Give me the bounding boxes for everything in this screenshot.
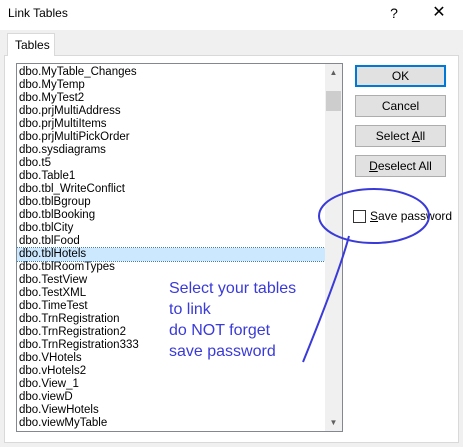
annotation-line: save password [169, 343, 276, 360]
deselect-all-label: eselect All [377, 159, 432, 173]
table-list-item[interactable]: dbo.MyTable_Changes [17, 66, 327, 79]
deselect-all-button[interactable]: Deselect All [355, 155, 446, 177]
table-list-item[interactable]: dbo.View_1 [17, 378, 327, 391]
table-list-item[interactable]: dbo.prjMultiItems [17, 118, 327, 131]
table-list-item[interactable]: dbo.tblRoomTypes [17, 261, 327, 274]
select-all-label-start: Select [375, 129, 412, 143]
select-all-hotkey: A [411, 129, 420, 143]
tables-listbox[interactable]: dbo.MyTable_Changes dbo.MyTemp dbo.MyTest2… [16, 63, 343, 432]
cancel-button[interactable]: Cancel [355, 95, 446, 117]
annotation-line: Select your tables [169, 280, 297, 297]
table-list-item[interactable]: dbo.Table1 [17, 170, 327, 183]
annotation-line: to link [169, 301, 211, 318]
table-list-item[interactable]: dbo.ViewHotels [17, 404, 327, 417]
table-list-item[interactable]: dbo.tblFood [17, 235, 327, 248]
table-list-item[interactable]: dbo.viewMyTable [17, 417, 327, 430]
title-bar: Link Tables ? ✕ [0, 0, 463, 30]
annotation-line: do NOT forget [169, 322, 271, 339]
table-list-item[interactable]: dbo.tblCity [17, 222, 327, 235]
table-list-item[interactable]: dbo.MyTemp [17, 79, 327, 92]
table-list-item[interactable]: dbo.tblHotels [17, 247, 328, 262]
select-all-button[interactable]: Select All [355, 125, 446, 147]
table-list-item[interactable]: dbo.tbl_WriteConflict [17, 183, 327, 196]
table-list-item[interactable]: dbo.viewD [17, 391, 327, 404]
ok-button[interactable]: OK [355, 65, 446, 87]
save-password-label[interactable]: Save password [370, 209, 452, 223]
scroll-down-arrow-icon[interactable]: ▼ [325, 414, 342, 431]
tables-list: dbo.MyTable_Changes dbo.MyTemp dbo.MyTest2… [17, 66, 328, 430]
close-button[interactable]: ✕ [427, 3, 451, 23]
save-password-checkbox[interactable] [353, 210, 366, 223]
table-list-item[interactable]: dbo.vHotels2 [17, 365, 327, 378]
table-list-item[interactable]: dbo.prjMultiPickOrder [17, 131, 327, 144]
table-list-item[interactable]: dbo.sysdiagrams [17, 144, 327, 157]
deselect-all-hotkey: D [369, 159, 378, 173]
table-list-item[interactable]: dbo.t5 [17, 157, 327, 170]
select-all-label-end: ll [419, 129, 426, 143]
annotation-note: Select your tables to link do NOT forget… [169, 278, 296, 362]
tab-label: Tables [15, 38, 50, 52]
help-button[interactable]: ? [384, 3, 404, 23]
save-password-hotkey: S [370, 209, 379, 223]
scroll-thumb[interactable] [326, 91, 341, 111]
window-title: Link Tables [8, 6, 68, 20]
vertical-scrollbar[interactable]: ▲ ▼ [325, 64, 342, 431]
save-password-label-rest: ave password [378, 209, 453, 223]
table-list-item[interactable]: dbo.MyTest2 [17, 92, 327, 105]
table-list-item[interactable]: dbo.tblBooking [17, 209, 327, 222]
table-list-item[interactable]: dbo.tblBgroup [17, 196, 327, 209]
scroll-up-arrow-icon[interactable]: ▲ [325, 64, 342, 81]
tab-tables[interactable]: Tables [7, 33, 55, 56]
table-list-item[interactable]: dbo.prjMultiAddress [17, 105, 327, 118]
